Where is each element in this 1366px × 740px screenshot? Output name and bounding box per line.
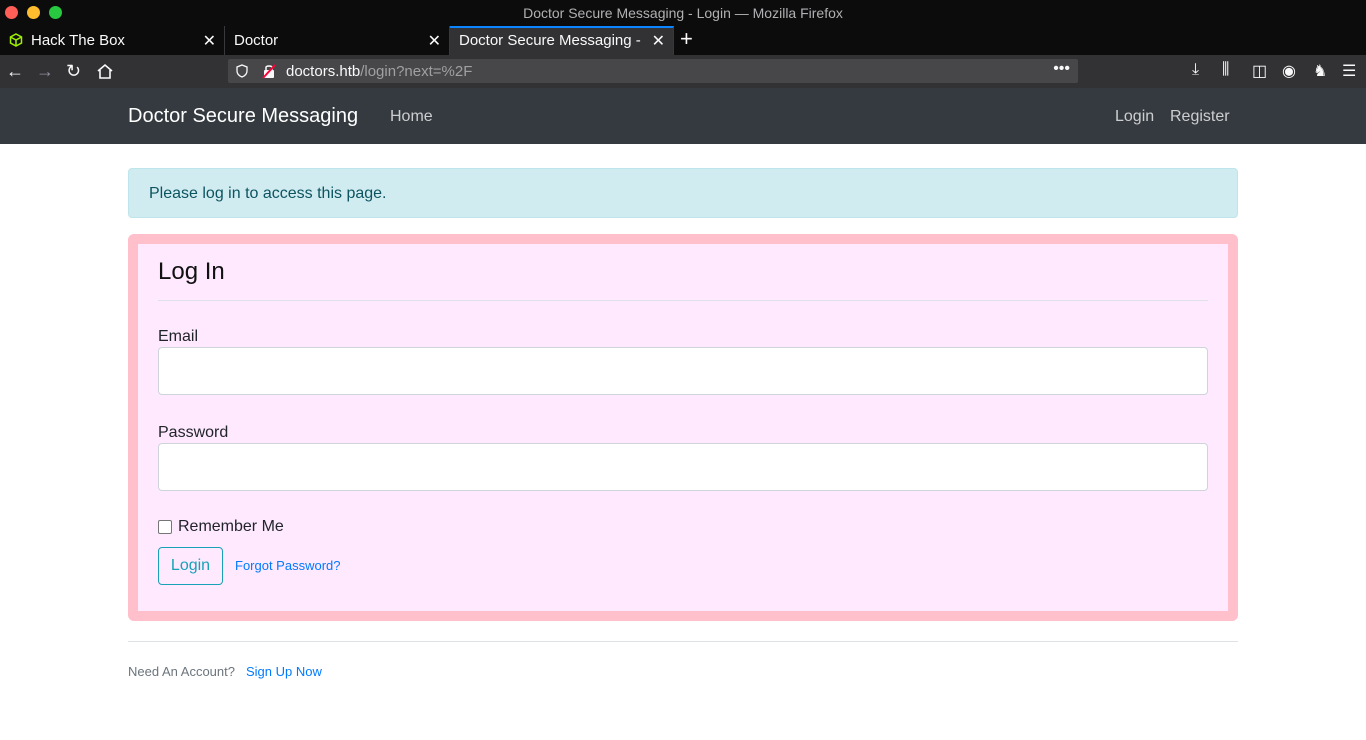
remember-me-checkbox[interactable] xyxy=(158,520,172,534)
home-icon[interactable] xyxy=(96,63,114,80)
library-icon[interactable]: ⫼ xyxy=(1222,61,1229,79)
footer-divider xyxy=(128,641,1238,642)
tab-label: Hack The Box xyxy=(31,32,125,49)
shield-icon[interactable] xyxy=(236,64,248,78)
nav-login-link[interactable]: Login xyxy=(1115,108,1154,126)
password-label: Password xyxy=(158,424,229,441)
forward-arrow-icon[interactable]: → xyxy=(36,61,54,81)
close-tab-icon[interactable]: ✕ xyxy=(428,31,441,51)
legend-divider xyxy=(158,300,1208,301)
form-legend: Log In xyxy=(158,258,225,285)
back-arrow-icon[interactable]: ← xyxy=(6,61,24,81)
tab-label: Doctor xyxy=(234,32,279,49)
sign-up-link[interactable]: Sign Up Now xyxy=(246,664,322,679)
close-tab-icon[interactable]: ✕ xyxy=(652,31,665,51)
nav-toolbar: ← → ↻ doctors.htb/login?next=%2F ••• ⤓ ⫼… xyxy=(0,55,1366,89)
reload-icon[interactable]: ↻ xyxy=(66,61,81,81)
info-alert: Please log in to access this page. xyxy=(128,168,1238,218)
login-card: Log In Email Password Remember Me Login … xyxy=(128,234,1238,621)
forgot-password-link[interactable]: Forgot Password? xyxy=(235,558,341,573)
tab-hack-the-box[interactable]: Hack The Box ✕ xyxy=(0,26,225,55)
close-tab-icon[interactable]: ✕ xyxy=(203,31,216,51)
alert-text: Please log in to access this page. xyxy=(149,185,387,202)
password-field[interactable] xyxy=(158,443,1208,491)
tab-label: Doctor Secure Messaging - L xyxy=(459,32,644,49)
need-account-text: Need An Account? xyxy=(128,664,235,679)
url-path: /login?next=%2F xyxy=(360,63,473,80)
site-navbar: Doctor Secure Messaging Home Login Regis… xyxy=(0,88,1366,144)
page-actions-icon[interactable]: ••• xyxy=(1053,60,1070,78)
site-brand[interactable]: Doctor Secure Messaging xyxy=(128,105,358,128)
insecure-lock-icon[interactable] xyxy=(262,63,276,79)
remember-me-label[interactable]: Remember Me xyxy=(178,518,284,536)
tab-doctor[interactable]: Doctor ✕ xyxy=(225,26,450,55)
sidebar-icon[interactable]: ◫ xyxy=(1252,61,1267,81)
window-title: Doctor Secure Messaging - Login — Mozill… xyxy=(523,5,843,21)
url-text: doctors.htb/login?next=%2F xyxy=(286,63,472,80)
account-icon[interactable]: ◉ xyxy=(1282,61,1296,81)
address-bar[interactable]: doctors.htb/login?next=%2F ••• xyxy=(228,59,1078,83)
downloads-icon[interactable]: ⤓ xyxy=(1192,61,1199,79)
url-host: doctors.htb xyxy=(286,63,361,80)
htb-cube-icon xyxy=(9,33,23,47)
window-titlebar: Doctor Secure Messaging - Login — Mozill… xyxy=(0,0,1366,26)
email-label: Email xyxy=(158,328,199,345)
extension-icon[interactable]: ♞ xyxy=(1313,61,1327,81)
nav-home-link[interactable]: Home xyxy=(390,108,433,126)
tab-doctor-secure-messaging[interactable]: Doctor Secure Messaging - L ✕ xyxy=(450,26,674,55)
new-tab-button[interactable]: + xyxy=(680,28,693,50)
email-field[interactable] xyxy=(158,347,1208,395)
login-button[interactable]: Login xyxy=(158,547,223,585)
nav-register-link[interactable]: Register xyxy=(1170,108,1230,126)
menu-icon[interactable]: ☰ xyxy=(1342,61,1356,81)
